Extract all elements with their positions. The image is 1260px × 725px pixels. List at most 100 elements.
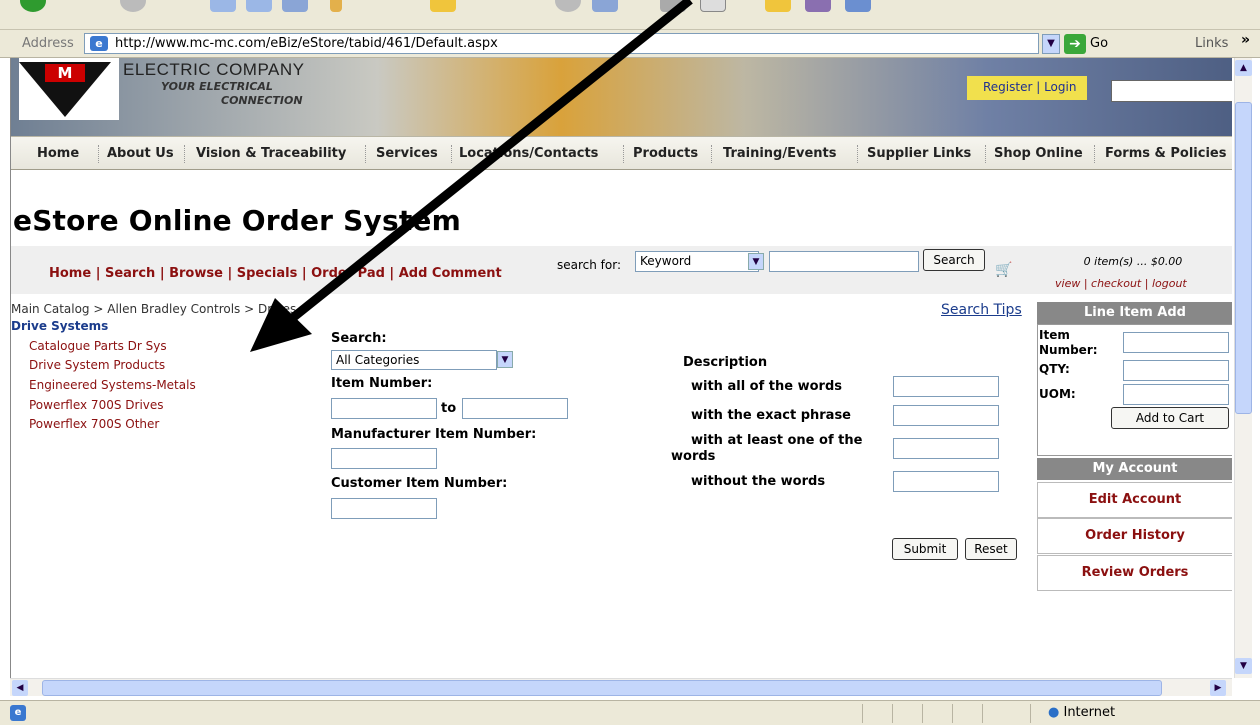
refresh-icon[interactable]: [246, 0, 272, 12]
uom-label: UOM:: [1039, 387, 1076, 401]
scroll-right-icon[interactable]: ▶: [1210, 680, 1226, 696]
exact-phrase-input[interactable]: [893, 405, 999, 426]
nav-divider: [857, 145, 858, 163]
qty-input[interactable]: [1123, 360, 1229, 381]
home-icon[interactable]: [282, 0, 308, 12]
nav-divider: [184, 145, 185, 163]
nav-item-services[interactable]: Services: [376, 146, 438, 161]
page-viewport: M ELECTRIC COMPANY YOUR ELECTRICAL CONNE…: [10, 58, 1232, 678]
status-zone: ● Internet: [1048, 705, 1115, 720]
without-words-input[interactable]: [893, 471, 999, 492]
item-number-from-input[interactable]: [331, 398, 437, 419]
stop-icon[interactable]: [210, 0, 236, 12]
main-nav: Home About Us Vision & Traceability Serv…: [11, 136, 1232, 170]
forward-icon[interactable]: [120, 0, 146, 12]
nav-item-about-us[interactable]: About Us: [107, 146, 174, 161]
nav-item-shop-online[interactable]: Shop Online: [994, 146, 1083, 161]
mfr-item-number-input[interactable]: [331, 448, 437, 469]
mail-icon[interactable]: [700, 0, 726, 12]
nav-item-supplier-links[interactable]: Supplier Links: [867, 146, 971, 161]
shopping-cart-icon[interactable]: 🛒: [995, 262, 1012, 278]
nav-divider: [711, 145, 712, 163]
nav-divider: [623, 145, 624, 163]
header-search-input[interactable]: [1111, 80, 1232, 102]
nav-item-products[interactable]: Products: [633, 146, 698, 161]
description-label: Description: [683, 355, 768, 370]
folder-icon[interactable]: [765, 0, 791, 12]
all-words-label: with all of the words: [691, 379, 842, 394]
go-button[interactable]: Go: [1090, 36, 1108, 51]
add-to-cart-button[interactable]: Add to Cart: [1111, 407, 1229, 429]
search-type-select[interactable]: Keyword: [635, 251, 759, 272]
scroll-left-icon[interactable]: ◀: [12, 680, 28, 696]
all-words-input[interactable]: [893, 376, 999, 397]
address-url: http://www.mc-mc.com/eBiz/eStore/tabid/4…: [115, 36, 498, 51]
go-arrow-icon[interactable]: ➔: [1064, 34, 1086, 54]
back-icon[interactable]: [20, 0, 46, 12]
search-tips-link[interactable]: Search Tips: [941, 302, 1022, 318]
customer-item-number-input[interactable]: [331, 498, 437, 519]
at-least-one-input[interactable]: [893, 438, 999, 459]
research-icon[interactable]: [845, 0, 871, 12]
category-link[interactable]: Powerflex 700S Drives: [29, 398, 164, 412]
favorites-icon[interactable]: [430, 0, 456, 12]
nav-item-vision[interactable]: Vision & Traceability: [196, 146, 346, 161]
nav-item-forms-policies[interactable]: Forms & Policies: [1105, 146, 1226, 161]
customer-item-number-label: Customer Item Number:: [331, 476, 508, 491]
without-words-label: without the words: [691, 474, 826, 489]
edit-icon[interactable]: [330, 0, 342, 12]
item-number-to-input[interactable]: [462, 398, 568, 419]
review-orders-link[interactable]: Review Orders: [1037, 555, 1232, 591]
nav-divider: [98, 145, 99, 163]
category-select[interactable]: All Categories: [331, 350, 497, 370]
ie-page-icon: e: [90, 36, 108, 51]
edit-account-link[interactable]: Edit Account: [1037, 482, 1232, 518]
order-history-link[interactable]: Order History: [1037, 518, 1232, 554]
chevron-down-icon[interactable]: ▼: [748, 253, 764, 270]
cart-links[interactable]: view | checkout | logout: [1055, 277, 1187, 290]
status-bar: e ● Internet: [0, 700, 1260, 725]
media-icon[interactable]: [555, 0, 581, 12]
category-link[interactable]: Catalogue Parts Dr Sys: [29, 339, 167, 353]
chevron-down-icon[interactable]: ▼: [1042, 34, 1060, 54]
nav-item-locations[interactable]: Locations/Contacts: [459, 146, 598, 161]
submit-button[interactable]: Submit: [892, 538, 958, 560]
nav-item-home[interactable]: Home: [37, 146, 79, 161]
address-label: Address: [22, 36, 74, 51]
exact-phrase-label: with the exact phrase: [691, 408, 851, 423]
line-item-number-input[interactable]: [1123, 332, 1229, 353]
print-icon[interactable]: [660, 0, 686, 12]
scroll-down-icon[interactable]: ▼: [1235, 658, 1252, 674]
at-least-one-label-cont: words: [671, 449, 716, 464]
status-zone-label: Internet: [1063, 705, 1116, 720]
category-title[interactable]: Drive Systems: [11, 319, 108, 333]
nav-item-training[interactable]: Training/Events: [723, 146, 836, 161]
status-divider: [952, 704, 953, 723]
category-link[interactable]: Drive System Products: [29, 358, 165, 372]
search-button[interactable]: Search: [923, 249, 985, 271]
scroll-up-icon[interactable]: ▲: [1235, 60, 1252, 76]
vertical-scroll-thumb[interactable]: [1235, 102, 1252, 414]
vertical-scrollbar[interactable]: ▲ ▼: [1234, 58, 1252, 678]
address-input[interactable]: e http://www.mc-mc.com/eBiz/eStore/tabid…: [84, 33, 1039, 54]
keyword-input[interactable]: [769, 251, 919, 272]
reset-button[interactable]: Reset: [965, 538, 1017, 560]
messenger-icon[interactable]: [805, 0, 831, 12]
logo[interactable]: M: [19, 58, 119, 120]
store-nav-links[interactable]: Home | Search | Browse | Specials | Orde…: [49, 266, 502, 281]
register-login-links[interactable]: Register | Login: [967, 76, 1087, 100]
category-link[interactable]: Powerflex 700S Other: [29, 417, 159, 431]
nav-divider: [1094, 145, 1095, 163]
links-more-icon[interactable]: »: [1241, 32, 1250, 48]
category-link[interactable]: Engineered Systems-Metals: [29, 378, 196, 392]
horizontal-scroll-thumb[interactable]: [42, 680, 1162, 696]
breadcrumb[interactable]: Main Catalog > Allen Bradley Controls > …: [11, 302, 296, 316]
history-icon[interactable]: [592, 0, 618, 12]
links-label[interactable]: Links: [1195, 36, 1228, 51]
horizontal-scrollbar[interactable]: ◀ ▶: [10, 678, 1232, 696]
ie-page-icon: e: [10, 705, 26, 721]
logo-mark: M: [45, 64, 85, 82]
chevron-down-icon[interactable]: ▼: [497, 351, 513, 368]
tagline-line-2: CONNECTION: [221, 94, 303, 107]
uom-input[interactable]: [1123, 384, 1229, 405]
